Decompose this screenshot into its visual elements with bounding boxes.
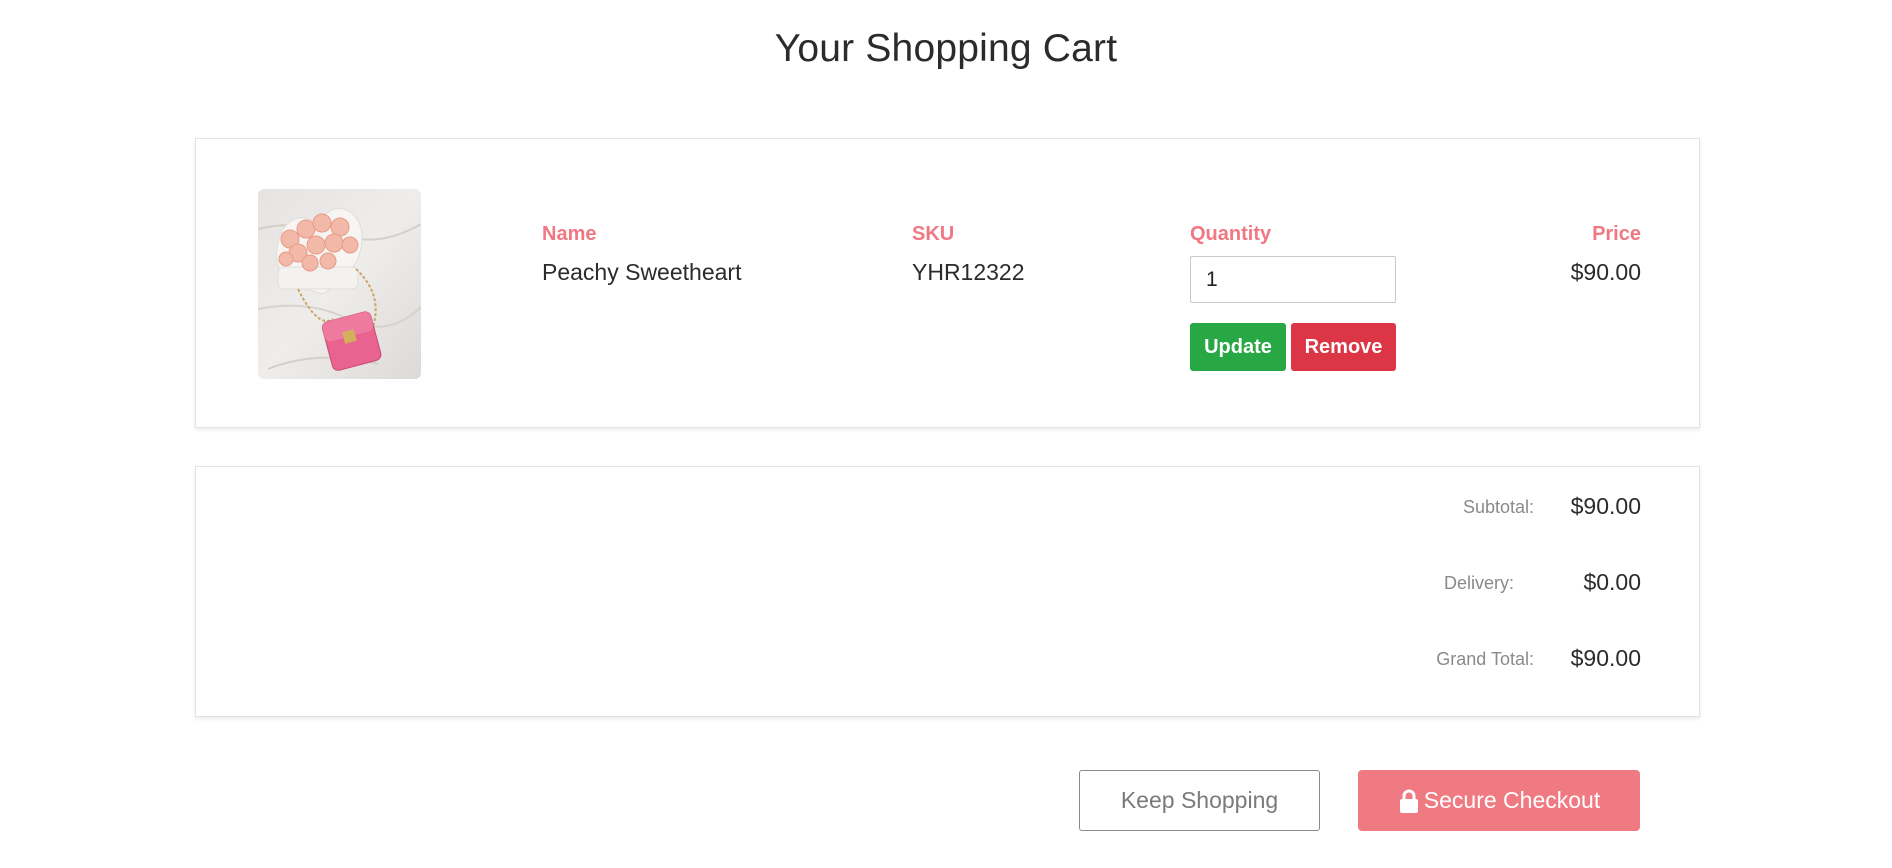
item-price: $90.00 [1570, 259, 1641, 285]
remove-button[interactable]: Remove [1291, 323, 1396, 371]
delivery-label: Delivery: [1443, 573, 1514, 593]
grand-total-label: Grand Total: [1436, 649, 1534, 669]
delivery-value: $0.00 [1583, 569, 1641, 595]
cart-items-card: Name Peachy Sweetheart SKU YHR12322 Quan… [195, 138, 1700, 428]
subtotal-label: Subtotal: [1462, 497, 1534, 517]
totals-card: Subtotal: $90.00 Delivery: $0.00 Grand T… [195, 466, 1700, 717]
lock-icon [1398, 789, 1420, 813]
column-header-sku: SKU [912, 223, 955, 245]
column-header-price: Price [1592, 223, 1641, 245]
quantity-input[interactable] [1190, 256, 1396, 303]
column-header-name: Name [542, 223, 597, 245]
item-name: Peachy Sweetheart [542, 259, 742, 285]
keep-shopping-button[interactable]: Keep Shopping [1079, 770, 1320, 831]
update-button[interactable]: Update [1190, 323, 1286, 371]
grand-total-value: $90.00 [1570, 645, 1641, 671]
item-sku: YHR12322 [912, 259, 1025, 285]
column-header-quantity: Quantity [1190, 223, 1272, 245]
page-title: Your Shopping Cart [774, 27, 1118, 70]
product-image [258, 189, 421, 379]
product-photo-icon [258, 189, 421, 379]
secure-checkout-label: Secure Checkout [1423, 787, 1601, 813]
secure-checkout-button[interactable]: Secure Checkout [1358, 770, 1640, 831]
subtotal-value: $90.00 [1570, 493, 1641, 519]
